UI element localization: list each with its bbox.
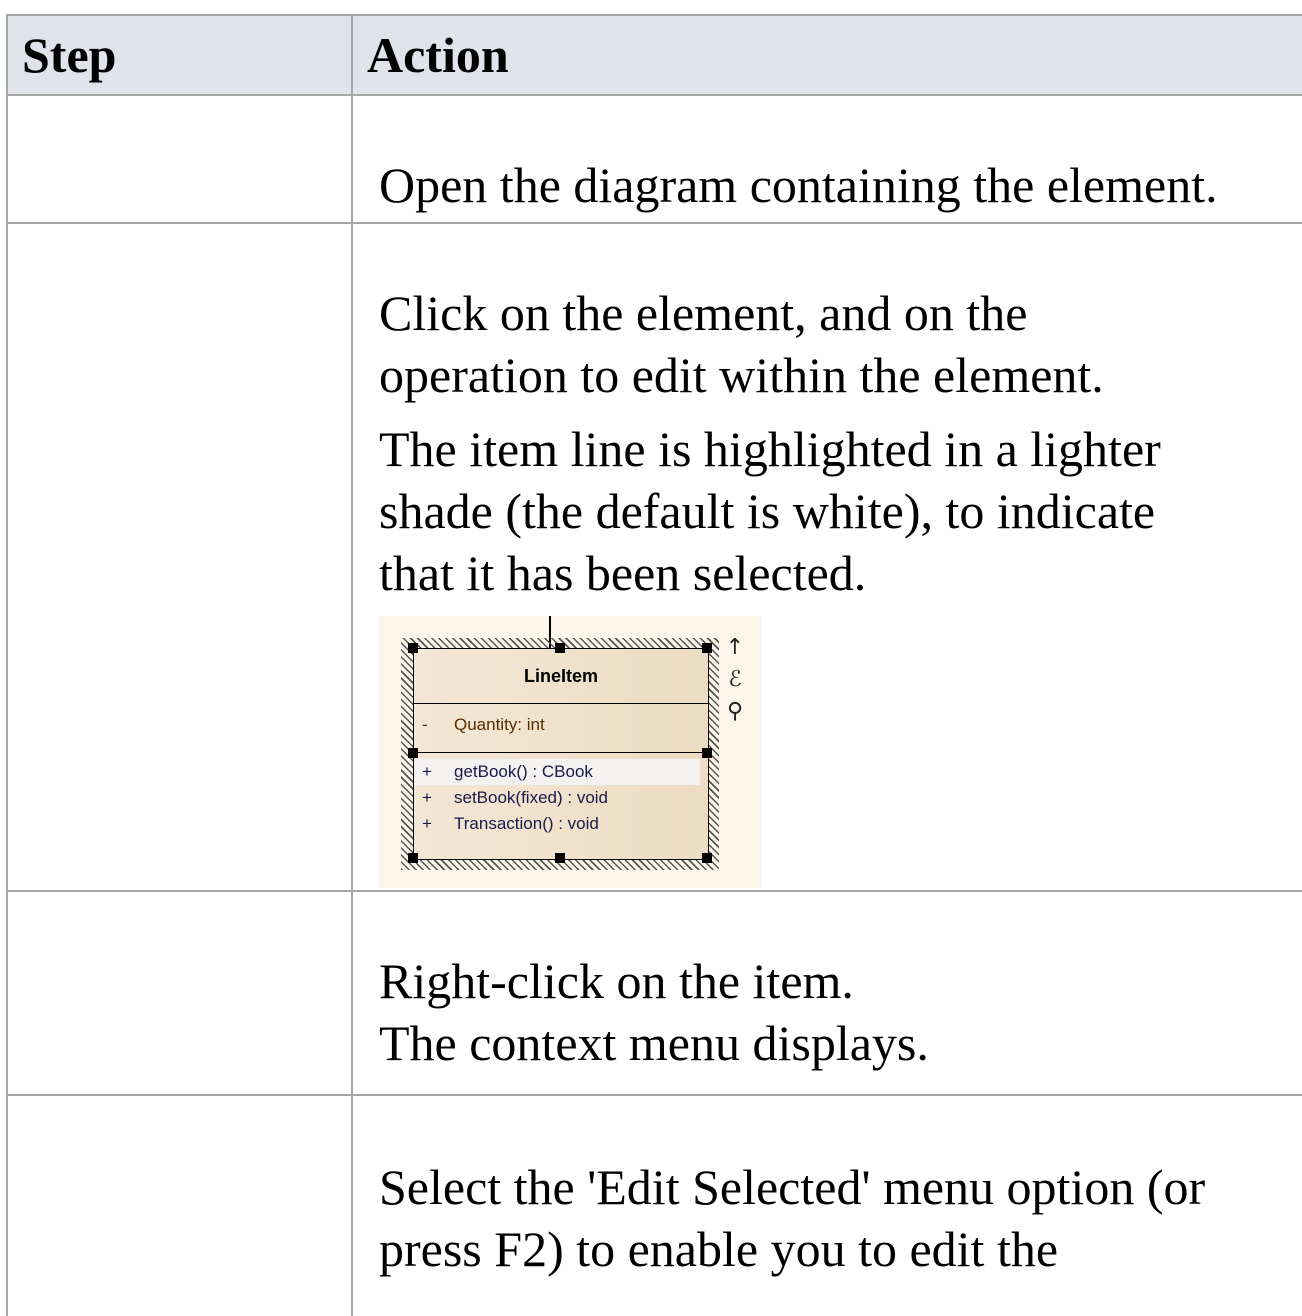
table-row: Click on the element, and on the operati… xyxy=(8,224,1302,892)
class-operations: + getBook() : CBook + setBook(fixed) : voi… xyxy=(414,753,708,837)
table-header: Step Action xyxy=(8,16,1302,96)
magnifier-icon[interactable]: ⚲ xyxy=(721,696,749,728)
action-line: The item line is highlighted in a lighte… xyxy=(379,421,1161,477)
operation-item[interactable]: + Transaction() : void xyxy=(414,811,708,837)
header-step: Step xyxy=(8,16,353,94)
action-cell: Click on the element, and on the operati… xyxy=(353,224,1302,890)
action-line: operation to edit within the element. xyxy=(379,347,1104,403)
operation-item[interactable]: + setBook(fixed) : void xyxy=(414,785,708,811)
action-line: press F2) to enable you to edit the xyxy=(379,1221,1059,1277)
step-cell xyxy=(8,96,353,222)
table-row: Open the diagram containing the element. xyxy=(8,96,1302,224)
step-cell xyxy=(8,1096,353,1316)
quicklink-icons: ↑ ℰ ⚲ xyxy=(721,632,749,728)
table-row: Right-click on the item. The context men… xyxy=(8,892,1302,1096)
class-name: LineItem xyxy=(414,649,708,704)
action-line: that it has been selected. xyxy=(379,545,867,601)
class-diagram-image: LineItem - Quantity: int + getBook() : CBo… xyxy=(379,616,762,888)
action-line: The context menu displays. xyxy=(379,1015,929,1071)
arrow-up-icon[interactable]: ↑ xyxy=(721,632,749,664)
action-line: shade (the default is white), to indicat… xyxy=(379,483,1156,539)
resize-handle[interactable] xyxy=(555,853,565,863)
table-row: Select the 'Edit Selected' menu option (… xyxy=(8,1096,1302,1316)
step-cell xyxy=(8,892,353,1094)
action-line: Click on the element, and on the xyxy=(379,285,1028,341)
class-attribute: - Quantity: int xyxy=(414,704,708,753)
resize-handle[interactable] xyxy=(408,748,418,758)
resize-handle[interactable] xyxy=(702,643,712,653)
action-cell: Right-click on the item. The context men… xyxy=(353,892,1302,1094)
operation-item[interactable]: + getBook() : CBook xyxy=(414,759,700,785)
brush-icon[interactable]: ℰ xyxy=(721,664,749,696)
steps-table: Step Action Open the diagram containing … xyxy=(6,14,1302,1316)
action-cell: Select the 'Edit Selected' menu option (… xyxy=(353,1096,1302,1316)
resize-handle[interactable] xyxy=(408,853,418,863)
header-action: Action xyxy=(367,27,509,83)
resize-handle[interactable] xyxy=(702,853,712,863)
action-line: Right-click on the item. xyxy=(379,953,854,1009)
resize-handle[interactable] xyxy=(555,643,565,653)
resize-handle[interactable] xyxy=(702,748,712,758)
resize-handle[interactable] xyxy=(408,643,418,653)
step-cell xyxy=(8,224,353,890)
action-line: Select the 'Edit Selected' menu option (… xyxy=(379,1159,1206,1215)
class-element[interactable]: LineItem - Quantity: int + getBook() : CBo… xyxy=(413,648,709,860)
action-line: Open the diagram containing the element. xyxy=(379,157,1218,213)
action-cell: Open the diagram containing the element. xyxy=(353,96,1302,222)
